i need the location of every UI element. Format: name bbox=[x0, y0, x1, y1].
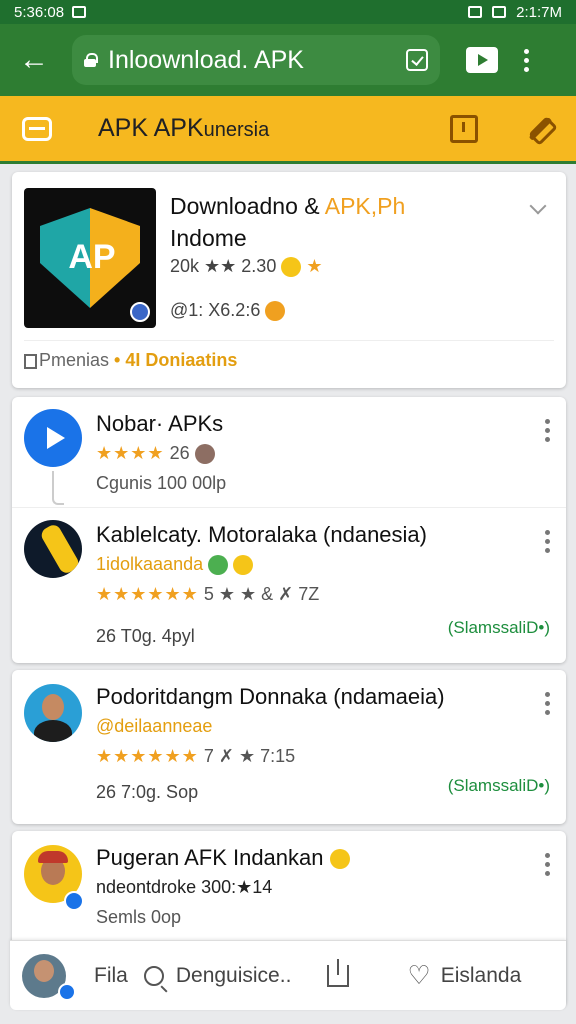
item-stats-text: 7 ✗ ★ 7:15 bbox=[203, 746, 296, 766]
item-subtitle-text: 1idolkaaanda bbox=[96, 554, 204, 574]
search-icon[interactable] bbox=[143, 965, 164, 986]
item-subtitle: @deilaanneae bbox=[96, 716, 212, 737]
tag-secondary[interactable]: • 4I Doniaatins bbox=[114, 350, 237, 370]
featured-title-highlight: APK,Ph bbox=[324, 193, 406, 219]
browser-menu-icon[interactable] bbox=[522, 48, 530, 72]
url-text: Inloownload. APK bbox=[108, 45, 304, 74]
item-subtitle: 1idolkaaanda bbox=[96, 554, 254, 576]
emoji-icon bbox=[329, 849, 350, 870]
pin-icon[interactable] bbox=[526, 115, 554, 143]
item-footer: 26 7:0g. Sop bbox=[96, 782, 199, 802]
status-bar: 5:36:08 2:1:7M bbox=[0, 0, 576, 24]
share-icon[interactable] bbox=[327, 958, 350, 987]
featured-tags: Pmenias • 4I Doniaatins bbox=[24, 350, 237, 371]
item-downloads: Cgunis 100 00lp bbox=[96, 473, 227, 493]
emoji-icon bbox=[233, 555, 254, 576]
item-stats-text: 5 ★ ★ & ✗ 7Z bbox=[203, 584, 320, 604]
status-right-text: 2:1:7M bbox=[516, 3, 562, 21]
bookmark-check-icon[interactable] bbox=[406, 49, 428, 71]
more-options-icon[interactable] bbox=[545, 853, 550, 876]
list-item[interactable]: Nobar· APKs ★★★★ 26 Cgunis 100 00lp bbox=[12, 397, 566, 507]
rating-stars: ★★★★ bbox=[96, 443, 165, 463]
featured-meta-text: @1: X6.2:6 bbox=[170, 300, 261, 320]
avatar-mini-icon bbox=[194, 444, 215, 465]
item-title-text: Pugeran AFK Indankan bbox=[96, 845, 324, 870]
item-footer: 26 T0g. 4pyl bbox=[96, 626, 195, 646]
checkbox-icon[interactable] bbox=[24, 353, 37, 369]
star-icon: ★ bbox=[306, 256, 323, 276]
emoji-icon bbox=[265, 301, 286, 322]
item-title: Nobar· APKs bbox=[96, 411, 224, 436]
status-time: 5:36:08 bbox=[14, 3, 65, 21]
featured-app-card[interactable]: AP Downloadno & APK,Ph Indome 20k ★★ 2.3… bbox=[12, 172, 566, 388]
item-subtitle-text: @deilaanneae bbox=[96, 716, 213, 736]
logo-letters: AP bbox=[68, 238, 116, 276]
tag-primary[interactable]: Pmenias bbox=[39, 350, 109, 370]
play-store-icon[interactable] bbox=[466, 47, 498, 73]
list-item[interactable]: Podoritdangm Donnaka (ndamaeia) @deilaan… bbox=[12, 670, 566, 824]
featured-meta: @1: X6.2:6 bbox=[170, 300, 286, 322]
heart-icon[interactable]: ♡ bbox=[407, 960, 430, 991]
wifi-icon bbox=[468, 6, 483, 18]
more-options-icon[interactable] bbox=[545, 692, 550, 715]
emoji-icon bbox=[281, 257, 302, 278]
app-logo: AP bbox=[24, 188, 156, 328]
files-label[interactable]: Fila bbox=[94, 964, 128, 988]
rating-stars: ★★★★★★ bbox=[96, 584, 199, 604]
list-item[interactable]: Kablelcaty. Motoralaka (ndanesia) 1idolk… bbox=[12, 507, 566, 663]
bottom-action-bar: Fila Denguisice.. ♡ Eislanda bbox=[10, 940, 566, 1010]
item-stats: ★★★★★★ 7 ✗ ★ 7:15 bbox=[96, 746, 295, 767]
featured-title: Downloadno & APK,Ph bbox=[170, 190, 405, 222]
badge-icon bbox=[58, 983, 76, 1001]
rating-stars: ★★★★★★ bbox=[96, 746, 199, 766]
status-badge[interactable]: (SlamssaliD•) bbox=[448, 776, 550, 796]
title-main: APK APK bbox=[98, 114, 204, 142]
browser-toolbar: ← Inloownload. APK bbox=[0, 24, 576, 96]
back-arrow-icon[interactable]: ← bbox=[14, 40, 54, 80]
more-options-icon[interactable] bbox=[545, 530, 550, 553]
app-list-group: Nobar· APKs ★★★★ 26 Cgunis 100 00lp Kabl… bbox=[12, 397, 566, 663]
badge-icon bbox=[130, 302, 150, 322]
lock-icon bbox=[84, 53, 98, 67]
app-avatar bbox=[24, 520, 82, 578]
item-stats: ★★★★★★ 5 ★ ★ & ✗ 7Z bbox=[96, 584, 319, 605]
battery-icon bbox=[492, 6, 507, 18]
featured-title-line2: Indome bbox=[170, 225, 247, 251]
notification-icon bbox=[72, 6, 87, 18]
featured-rating-text: 20k ★★ 2.30 bbox=[170, 256, 277, 276]
emoji-icon bbox=[208, 555, 229, 576]
search-label[interactable]: Denguisice.. bbox=[176, 964, 292, 988]
item-title: Pugeran AFK Indankan bbox=[96, 845, 350, 871]
item-title: Kablelcaty. Motoralaka (ndanesia) bbox=[96, 522, 427, 547]
favorites-label[interactable]: Eislanda bbox=[441, 964, 522, 988]
address-bar[interactable]: Inloownload. APK bbox=[72, 35, 440, 85]
item-downloads: Semls 0op bbox=[96, 907, 182, 927]
featured-title-text: Downloadno & bbox=[170, 193, 320, 219]
badge-icon bbox=[64, 891, 84, 911]
status-badge[interactable]: (SlamssaliD•) bbox=[448, 618, 550, 638]
play-icon bbox=[24, 409, 82, 467]
item-rating: ★★★★ 26 bbox=[96, 443, 215, 465]
title-suffix: unersia bbox=[203, 119, 270, 141]
user-avatar bbox=[24, 684, 82, 742]
menu-icon[interactable] bbox=[22, 116, 52, 141]
more-options-icon[interactable] bbox=[545, 419, 550, 442]
page-title: APK APKunersia bbox=[98, 114, 450, 143]
chevron-down-icon[interactable] bbox=[529, 197, 547, 215]
item-subtitle: ndeontdroke 300:★14 bbox=[96, 877, 273, 897]
divider bbox=[24, 340, 554, 341]
item-title: Podoritdangm Donnaka (ndamaeia) bbox=[96, 684, 445, 709]
app-header: APK APKunersia bbox=[0, 96, 576, 164]
thread-connector bbox=[52, 471, 64, 505]
tab-icon[interactable] bbox=[450, 114, 478, 143]
featured-rating: 20k ★★ 2.30 ★ bbox=[170, 256, 323, 278]
rating-count: 26 bbox=[169, 443, 190, 463]
